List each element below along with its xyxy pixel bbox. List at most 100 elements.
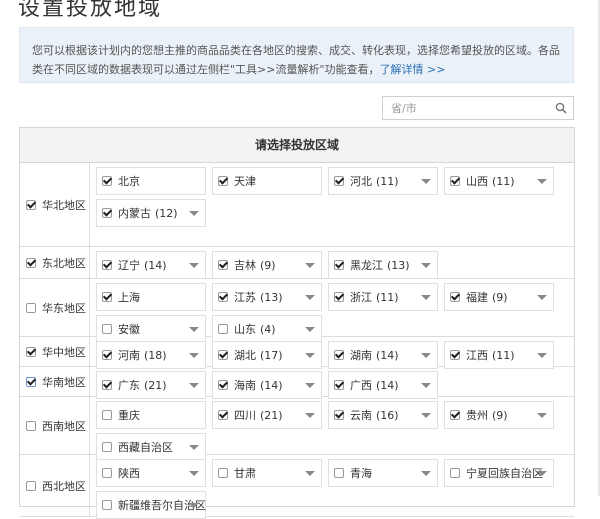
search-icon[interactable] [555,102,567,114]
province-item[interactable]: 江西 (11) [444,341,554,369]
chevron-down-icon[interactable] [305,383,315,388]
province-item[interactable]: 重庆 [96,401,206,429]
region-checkbox-label[interactable]: 西北地区 [20,455,90,516]
chevron-down-icon[interactable] [189,327,199,332]
region-checkbox[interactable] [26,480,36,491]
province-item[interactable]: 天津 [212,167,322,195]
chevron-down-icon[interactable] [189,353,199,358]
province-checkbox[interactable] [334,260,344,270]
province-checkbox[interactable] [450,350,460,360]
region-checkbox-label[interactable]: 华东地区 [20,279,90,336]
region-checkbox-label[interactable]: 华南地区 [20,367,90,396]
province-checkbox[interactable] [218,468,228,478]
province-checkbox[interactable] [218,380,228,390]
learn-more-link[interactable]: 了解详情 >> [380,63,446,76]
province-checkbox[interactable] [102,500,112,510]
province-checkbox[interactable] [102,176,112,186]
chevron-down-icon[interactable] [537,353,547,358]
province-checkbox[interactable] [102,468,112,478]
province-item[interactable]: 甘肃 [212,459,322,487]
province-checkbox[interactable] [102,350,112,360]
chevron-down-icon[interactable] [189,263,199,268]
province-checkbox[interactable] [218,410,228,420]
province-item[interactable]: 上海 [96,283,206,311]
province-checkbox[interactable] [218,176,228,186]
province-item[interactable]: 广东 (21) [96,371,206,399]
chevron-down-icon[interactable] [421,263,431,268]
chevron-down-icon[interactable] [305,263,315,268]
province-item[interactable]: 吉林 (9) [212,251,322,279]
province-checkbox[interactable] [334,350,344,360]
province-item[interactable]: 四川 (21) [212,401,322,429]
province-checkbox[interactable] [102,380,112,390]
region-checkbox[interactable] [26,420,36,431]
chevron-down-icon[interactable] [189,471,199,476]
region-checkbox[interactable] [26,302,36,313]
chevron-down-icon[interactable] [189,503,199,508]
chevron-down-icon[interactable] [421,353,431,358]
province-checkbox[interactable] [102,292,112,302]
province-item[interactable]: 山西 (11) [444,167,554,195]
province-checkbox[interactable] [334,292,344,302]
region-checkbox[interactable] [26,376,36,387]
region-checkbox[interactable] [26,346,36,357]
region-checkbox[interactable] [26,257,36,268]
province-checkbox[interactable] [450,176,460,186]
chevron-down-icon[interactable] [305,327,315,332]
chevron-down-icon[interactable] [305,295,315,300]
province-item[interactable]: 青海 [328,459,438,487]
province-item[interactable]: 宁夏回族自治区 [444,459,554,487]
province-checkbox[interactable] [218,324,228,334]
region-checkbox-label[interactable]: 西南地区 [20,397,90,454]
province-item[interactable]: 黑龙江 (13) [328,251,438,279]
province-checkbox[interactable] [218,260,228,270]
province-checkbox[interactable] [218,292,228,302]
province-item[interactable]: 内蒙古 (12) [96,199,206,227]
province-item[interactable]: 新疆维吾尔自治区 [96,491,206,519]
chevron-down-icon[interactable] [189,211,199,216]
province-item[interactable]: 贵州 (9) [444,401,554,429]
province-checkbox[interactable] [218,350,228,360]
province-checkbox[interactable] [334,380,344,390]
chevron-down-icon[interactable] [421,179,431,184]
province-item[interactable]: 河北 (11) [328,167,438,195]
province-checkbox[interactable] [450,410,460,420]
chevron-down-icon[interactable] [305,353,315,358]
chevron-down-icon[interactable] [537,179,547,184]
province-item[interactable]: 广西 (14) [328,371,438,399]
province-checkbox[interactable] [334,410,344,420]
province-checkbox[interactable] [102,410,112,420]
region-checkbox-label[interactable]: 东北地区 [20,247,90,278]
province-checkbox[interactable] [450,292,460,302]
province-item[interactable]: 陕西 [96,459,206,487]
chevron-down-icon[interactable] [537,413,547,418]
province-checkbox[interactable] [102,208,112,218]
province-item[interactable]: 北京 [96,167,206,195]
chevron-down-icon[interactable] [421,471,431,476]
province-item[interactable]: 江苏 (13) [212,283,322,311]
region-checkbox[interactable] [26,199,36,210]
province-item[interactable]: 辽宁 (14) [96,251,206,279]
chevron-down-icon[interactable] [305,471,315,476]
province-item[interactable]: 云南 (16) [328,401,438,429]
province-item[interactable]: 湖北 (17) [212,341,322,369]
chevron-down-icon[interactable] [537,295,547,300]
province-checkbox[interactable] [450,468,460,478]
chevron-down-icon[interactable] [421,295,431,300]
chevron-down-icon[interactable] [305,413,315,418]
chevron-down-icon[interactable] [421,413,431,418]
province-item[interactable]: 河南 (18) [96,341,206,369]
chevron-down-icon[interactable] [189,383,199,388]
chevron-down-icon[interactable] [189,445,199,450]
region-checkbox-label[interactable]: 华北地区 [20,163,90,246]
province-checkbox[interactable] [334,176,344,186]
province-checkbox[interactable] [102,260,112,270]
province-item[interactable]: 湖南 (14) [328,341,438,369]
chevron-down-icon[interactable] [537,471,547,476]
province-checkbox[interactable] [102,442,112,452]
province-item[interactable]: 福建 (9) [444,283,554,311]
province-checkbox[interactable] [102,324,112,334]
province-checkbox[interactable] [334,468,344,478]
chevron-down-icon[interactable] [421,383,431,388]
province-item[interactable]: 浙江 (11) [328,283,438,311]
